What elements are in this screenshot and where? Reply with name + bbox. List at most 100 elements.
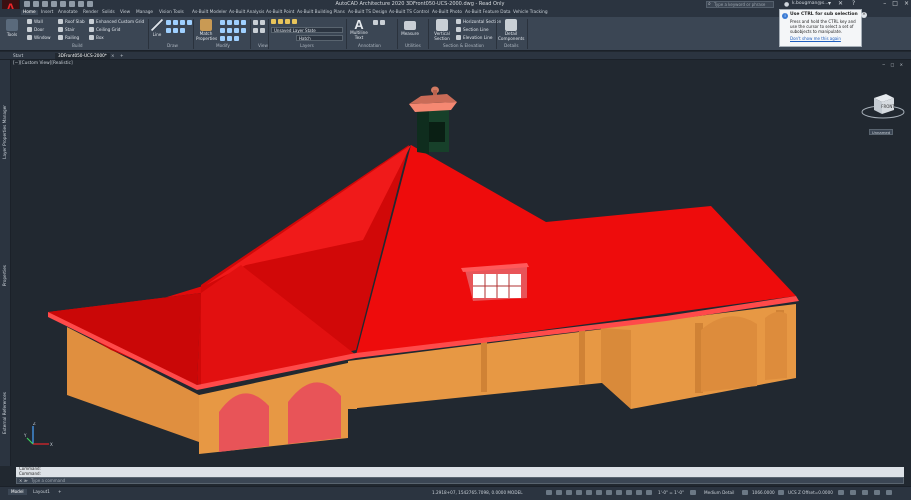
tab-model[interactable]: Model xyxy=(8,489,27,495)
layer-properties-icon[interactable] xyxy=(271,19,276,24)
tab-vision-tools[interactable]: Vision Tools xyxy=(159,10,184,15)
box-button[interactable]: Box xyxy=(89,35,104,40)
tab-as-built-point[interactable]: As-Built Point xyxy=(266,10,294,15)
hardware-acceleration-icon[interactable] xyxy=(850,490,856,495)
command-input[interactable]: × ≫ Type a command xyxy=(16,477,904,484)
detail-components-button[interactable]: Detail Components xyxy=(498,19,525,41)
tab-as-built-feature-data[interactable]: As-Built Feature Data xyxy=(465,10,511,15)
line-button[interactable]: Line xyxy=(150,19,164,37)
match-properties-button[interactable]: Match Properties xyxy=(196,19,217,41)
dont-show-again-link[interactable]: Don't show me this again xyxy=(790,36,858,41)
pan-icon[interactable] xyxy=(253,20,258,25)
ucs-menu-badge[interactable]: Unnamed xyxy=(869,129,893,135)
roof-slab-button[interactable]: Roof Slab xyxy=(58,19,85,24)
horizontal-section-button[interactable]: Horizontal Section xyxy=(456,19,501,24)
elevation-value[interactable]: 1066.0000 xyxy=(752,490,775,495)
tab-manage[interactable]: Manage xyxy=(136,10,153,15)
polar-toggle-icon[interactable] xyxy=(576,490,582,495)
rotate-icon[interactable] xyxy=(227,20,232,25)
layer-isolate-icon[interactable] xyxy=(278,19,283,24)
transparency-toggle-icon[interactable] xyxy=(616,490,622,495)
redo-icon[interactable] xyxy=(87,1,93,7)
grid-toggle-icon[interactable] xyxy=(546,490,552,495)
dynamic-ucs-icon[interactable] xyxy=(646,490,652,495)
properties-palette-tab[interactable]: Properties xyxy=(2,265,7,286)
minimize-button[interactable]: – xyxy=(883,0,886,7)
multiline-text-button[interactable]: A Multiline Text xyxy=(348,18,370,40)
web-mobile-icon[interactable] xyxy=(60,1,66,7)
tab-as-built-photo[interactable]: As-Built Photo xyxy=(432,10,462,15)
copy-icon[interactable] xyxy=(220,28,225,33)
annotation-visibility-icon[interactable] xyxy=(690,490,696,495)
tab-insert[interactable]: Insert xyxy=(41,10,53,15)
orbit-icon[interactable] xyxy=(253,28,258,33)
move-icon[interactable] xyxy=(220,20,225,25)
spline-icon[interactable] xyxy=(180,28,185,33)
window-button[interactable]: Window xyxy=(27,35,51,40)
tab-as-built-ts-control[interactable]: As-Built TS Control xyxy=(389,10,429,15)
save-icon[interactable] xyxy=(42,1,48,7)
wall-button[interactable]: Wall xyxy=(27,19,43,24)
tab-render[interactable]: Render xyxy=(83,10,98,15)
dimension-icon[interactable] xyxy=(373,20,378,25)
tab-solids[interactable]: Solids xyxy=(102,10,115,15)
save-as-icon[interactable] xyxy=(51,1,57,7)
layer-off-icon[interactable] xyxy=(292,19,297,24)
annotation-scale[interactable]: 1'-0" = 1'-0" xyxy=(658,490,684,495)
elevation-line-button[interactable]: Elevation Line xyxy=(456,35,493,40)
ellipse-icon[interactable] xyxy=(173,28,178,33)
new-tab-button[interactable]: + xyxy=(117,53,127,59)
vertical-section-button[interactable]: Vertical Section xyxy=(431,19,453,41)
tab-vehicle-tracking[interactable]: Vehicle Tracking xyxy=(513,10,548,15)
print-icon[interactable] xyxy=(69,1,75,7)
trim-icon[interactable] xyxy=(234,20,239,25)
door-button[interactable]: Door xyxy=(27,27,44,32)
section-line-button[interactable]: Section Line xyxy=(456,27,489,32)
osnap-toggle-icon[interactable] xyxy=(586,490,592,495)
enhanced-custom-grid-button[interactable]: Enhanced Custom Grid xyxy=(89,19,144,24)
open-icon[interactable] xyxy=(33,1,39,7)
circle-icon[interactable] xyxy=(173,20,178,25)
undo-icon[interactable] xyxy=(78,1,84,7)
help-icon[interactable]: ? xyxy=(852,0,855,7)
fillet-icon[interactable] xyxy=(234,28,239,33)
snap-toggle-icon[interactable] xyxy=(556,490,562,495)
ucs-z-offset[interactable]: UCS Z Offset=0.0000 xyxy=(788,490,833,495)
external-references-tab[interactable]: External References xyxy=(2,392,7,434)
cart-icon[interactable]: ▾ xyxy=(828,0,831,7)
railing-button[interactable]: Railing xyxy=(58,35,79,40)
tab-start[interactable]: Start xyxy=(10,53,26,59)
layer-properties-manager-tab[interactable]: Layer Properties Manager xyxy=(2,105,7,159)
tab-layout1[interactable]: Layout1 xyxy=(30,489,53,495)
hatch-icon[interactable] xyxy=(166,28,171,33)
array-icon[interactable] xyxy=(234,36,239,41)
tab-view[interactable]: View xyxy=(120,10,130,15)
layer-state-dropdown[interactable]: Unsaved Layer State xyxy=(271,27,343,33)
erase-icon[interactable] xyxy=(241,20,246,25)
workspace-icon[interactable] xyxy=(778,490,784,495)
lineweight-toggle-icon[interactable] xyxy=(606,490,612,495)
exchange-icon[interactable]: ✕ xyxy=(838,0,843,7)
tab-document[interactable]: 3DFront050-UCS-2000* xyxy=(55,53,110,59)
tab-as-built-modeler[interactable]: As-Built Modeler xyxy=(192,10,227,15)
ceiling-grid-button[interactable]: Ceiling Grid xyxy=(89,27,120,32)
polyline-icon[interactable] xyxy=(166,20,171,25)
customization-icon[interactable] xyxy=(874,490,880,495)
ortho-toggle-icon[interactable] xyxy=(566,490,572,495)
leader-icon[interactable] xyxy=(380,20,385,25)
tab-as-built-building-plans[interactable]: As-Built Building Plans xyxy=(297,10,345,15)
menu-icon[interactable] xyxy=(886,490,892,495)
rectangle-icon[interactable] xyxy=(187,20,192,25)
display-detail[interactable]: Medium Detail xyxy=(704,490,734,495)
selection-cycling-icon[interactable] xyxy=(626,490,632,495)
visual-style-icon[interactable] xyxy=(260,28,265,33)
otrack-toggle-icon[interactable] xyxy=(596,490,602,495)
scale-icon[interactable] xyxy=(227,36,232,41)
arc-icon[interactable] xyxy=(180,20,185,25)
close-button[interactable]: × xyxy=(904,0,909,7)
3d-osnap-icon[interactable] xyxy=(636,490,642,495)
stretch-icon[interactable] xyxy=(220,36,225,41)
current-layer-dropdown[interactable]: Hatch xyxy=(296,35,343,41)
add-layout-button[interactable]: + xyxy=(55,489,65,495)
mirror-icon[interactable] xyxy=(227,28,232,33)
